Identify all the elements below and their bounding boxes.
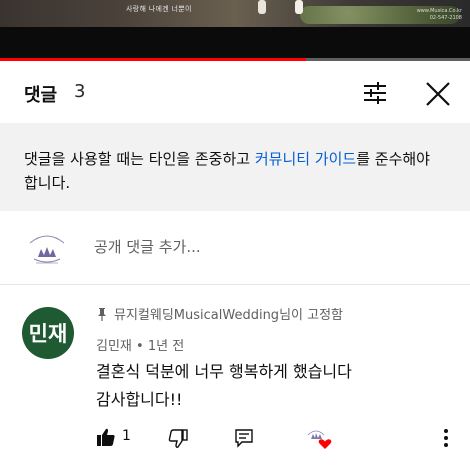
like-count: 1: [122, 428, 131, 444]
video-figure: [258, 0, 266, 14]
thumbs-down-icon[interactable]: [168, 429, 188, 449]
comment-text: 결혼식 덕분에 너무 행복하게 했습니다 감사합니다!!: [96, 358, 352, 414]
video-subtitle: 사랑해 나에겐 너뿐이: [126, 5, 192, 13]
watermark-line: 02-547-2108: [429, 15, 462, 21]
comment-time: • 1년 전: [136, 339, 185, 354]
comment-line: 감사합니다!!: [96, 390, 183, 409]
comment-meta: 김민재 • 1년 전: [96, 335, 184, 354]
add-comment-row[interactable]: 공개 댓글 추가...: [0, 211, 470, 285]
more-vert-icon[interactable]: [438, 427, 454, 449]
thumbs-up-icon[interactable]: [96, 427, 116, 447]
creator-heart-icon[interactable]: [304, 425, 334, 451]
comments-title: 댓글: [24, 85, 58, 106]
comment-line: 결혼식 덕분에 너무 행복하게 했습니다: [96, 362, 352, 381]
comment-item: 민재 뮤지컬웨딩MusicalWedding님이 고정함 김민재 • 1년 전 …: [0, 285, 470, 470]
close-icon[interactable]: [424, 80, 452, 108]
pinned-label: 뮤지컬웨딩MusicalWedding님이 고정함: [96, 304, 343, 323]
commenter-avatar[interactable]: 민재: [22, 307, 74, 359]
community-guidelines-notice: 댓글을 사용할 때는 타인을 존중하고 커뮤니티 가이드를 준수해야 합니다.: [0, 123, 470, 211]
notice-text: 댓글을 사용할 때는 타인을 존중하고 커뮤니티 가이드를 준수해야 합니다.: [24, 147, 444, 195]
comment-actions: 1: [96, 425, 460, 451]
sort-filter-icon[interactable]: [361, 79, 389, 107]
comment-author[interactable]: 김민재: [96, 339, 132, 354]
video-figure: [295, 0, 303, 14]
comments-count: 3: [74, 81, 86, 102]
comments-header: 댓글 3: [0, 61, 470, 123]
pinned-text: 뮤지컬웨딩MusicalWedding님이 고정함: [114, 308, 343, 323]
video-watermark: www.Musica.Co.kr 02-547-2108: [417, 8, 462, 22]
channel-avatar: [29, 235, 65, 264]
pin-icon: [98, 307, 106, 321]
video-frame: 사랑해 나에겐 너뿐이 www.Musica.Co.kr 02-547-2108: [0, 0, 470, 27]
add-comment-input[interactable]: 공개 댓글 추가...: [94, 236, 201, 257]
video-player[interactable]: 사랑해 나에겐 너뿐이 www.Musica.Co.kr 02-547-2108: [0, 0, 470, 58]
community-guidelines-link[interactable]: 커뮤니티 가이드: [255, 150, 356, 168]
notice-text-before: 댓글을 사용할 때는 타인을 존중하고: [24, 150, 255, 168]
watermark-line: www.Musica.Co.kr: [416, 8, 462, 14]
reply-icon[interactable]: [234, 428, 254, 448]
